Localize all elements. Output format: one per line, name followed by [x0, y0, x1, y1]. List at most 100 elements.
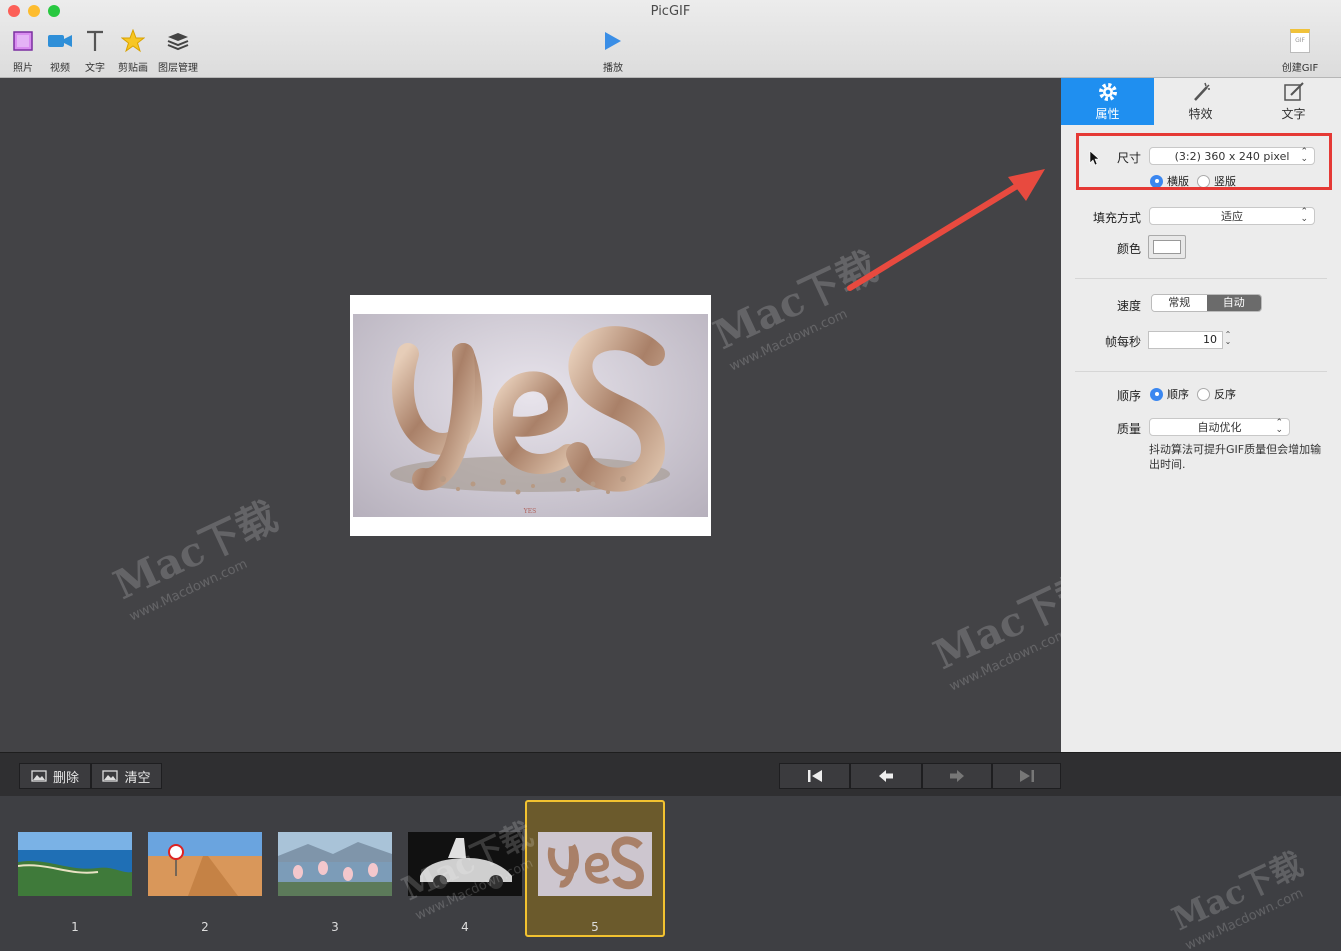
landscape-label: 横版: [1167, 175, 1189, 187]
orientation-radio-group: 横版 竖版: [1150, 175, 1236, 187]
last-frame-button[interactable]: [992, 763, 1061, 789]
flowers-lake-thumbnail-image: [278, 832, 392, 896]
photo-icon: [13, 31, 33, 51]
toolbar-sticker-label: 剪贴画: [118, 63, 148, 74]
title-bar: PicGIF 照片 视频 文字 剪贴画 图层管理 播放 GIF 创建GIF: [0, 0, 1341, 78]
fps-stepper[interactable]: ⌃ ⌄: [1223, 331, 1233, 349]
color-label: 颜色: [1116, 242, 1141, 256]
inspector-panel: 属性 特效 文字 尺寸 (3:2) 360 x 240 pixel ⌃ ⌄ 横版 …: [1061, 78, 1341, 752]
tab-effects-label: 特效: [1188, 107, 1213, 121]
arrow-left-icon: [879, 770, 893, 782]
speed-normal-segment[interactable]: 常规: [1152, 295, 1207, 311]
toolbar-photo-label: 照片: [13, 63, 33, 74]
toolbar-text-label: 文字: [85, 63, 105, 74]
color-well[interactable]: [1148, 235, 1186, 259]
fill-mode-value: 适应: [1221, 210, 1243, 223]
order-reverse-radio[interactable]: [1197, 387, 1210, 401]
preview-canvas[interactable]: YES Mac下载 www.Macdown.com Mac下载 www.Macdow…: [0, 78, 1105, 752]
yes-thumbnail-image: [538, 832, 652, 896]
toolbar-create-gif-button[interactable]: GIF 创建GIF: [1278, 28, 1322, 74]
window-title: PicGIF: [650, 4, 691, 19]
order-forward-radio[interactable]: [1150, 387, 1163, 401]
next-frame-button[interactable]: [922, 763, 992, 789]
image-icon: [31, 770, 47, 782]
order-forward-label: 顺序: [1167, 388, 1189, 401]
quality-label: 质量: [1116, 422, 1141, 436]
frame-thumbnail[interactable]: [408, 832, 522, 896]
toolbar-sticker-button[interactable]: 剪贴画: [111, 28, 155, 74]
speed-segmented-control: 常规 自动: [1151, 294, 1262, 312]
fps-label: 帧每秒: [1104, 335, 1141, 349]
gear-icon: [1098, 83, 1117, 101]
tab-properties[interactable]: 属性: [1061, 78, 1154, 125]
play-icon: [605, 32, 621, 50]
toolbar-video-label: 视频: [50, 63, 70, 74]
frame-thumbnail[interactable]: [148, 832, 262, 896]
quality-value: 自动优化: [1197, 421, 1242, 434]
speed-label: 速度: [1116, 299, 1141, 313]
tab-text[interactable]: 文字: [1247, 78, 1340, 125]
clear-label: 清空: [124, 770, 151, 786]
toolbar-layers-button[interactable]: 图层管理: [156, 28, 200, 74]
watermark: Mac下载www.Macdown.com: [1166, 844, 1309, 951]
color-swatch: [1153, 240, 1181, 254]
coastline-thumbnail-image: [18, 832, 132, 896]
toolbar-play-button[interactable]: 播放: [591, 28, 635, 74]
frame-control-bar: 删除 清空: [0, 752, 1341, 796]
image-icon: [102, 770, 119, 782]
text-t-icon: [87, 30, 103, 51]
stepper-arrows-icon: ⌃ ⌄: [1275, 418, 1283, 435]
tab-text-label: 文字: [1281, 107, 1306, 121]
fps-input[interactable]: 10: [1148, 331, 1223, 349]
separator: [1075, 278, 1327, 279]
desert-road-thumbnail-image: [148, 832, 262, 896]
delete-frame-button[interactable]: 删除: [19, 763, 91, 789]
tab-effects[interactable]: 特效: [1154, 78, 1247, 125]
stepper-arrows-icon: ⌃ ⌄: [1300, 147, 1308, 164]
toolbar-layers-label: 图层管理: [158, 63, 198, 74]
frame-number: 4: [461, 920, 469, 934]
order-radio-group: 顺序 反序: [1150, 386, 1236, 402]
frame-thumbnail[interactable]: [278, 832, 392, 896]
tab-properties-label: 属性: [1095, 107, 1120, 121]
portrait-radio[interactable]: [1197, 175, 1210, 187]
frame-number: 1: [71, 920, 79, 934]
portrait-label: 竖版: [1214, 175, 1236, 187]
speed-auto-segment[interactable]: 自动: [1206, 295, 1261, 311]
yes-sculpture-image: YES: [390, 326, 670, 515]
stepper-arrows-icon: ⌃ ⌄: [1300, 207, 1308, 224]
toolbar-play-label: 播放: [603, 63, 623, 74]
size-value: (3:2) 360 x 240 pixel: [1174, 149, 1290, 163]
edit-icon: [1283, 82, 1304, 101]
delete-label: 删除: [52, 770, 79, 786]
order-reverse-label: 反序: [1214, 388, 1236, 401]
size-select[interactable]: (3:2) 360 x 240 pixel ⌃ ⌄: [1149, 147, 1315, 165]
clear-frames-button[interactable]: 清空: [91, 763, 162, 789]
size-label: 尺寸: [1116, 151, 1141, 165]
skip-to-first-icon: [807, 770, 822, 782]
preview-caption: YES: [523, 508, 536, 515]
watermark: Mac下载www.Macdown.com: [106, 492, 285, 625]
previous-frame-button[interactable]: [850, 763, 922, 789]
quality-select[interactable]: 自动优化 ⌃ ⌄: [1149, 418, 1290, 436]
preview-image: YES: [353, 314, 708, 517]
video-camera-icon: [48, 35, 72, 47]
frame-strip: 1 2 3 4 5 Mac下载www.Macdown.com Mac下载www.…: [0, 796, 1341, 951]
separator: [1075, 371, 1327, 372]
frame-thumbnail[interactable]: [18, 832, 132, 896]
magic-wand-icon: [1193, 82, 1210, 101]
gif-badge-text: GIF: [1295, 37, 1305, 44]
frame-number: 5: [591, 920, 599, 934]
fill-mode-select[interactable]: 适应 ⌃ ⌄: [1149, 207, 1315, 225]
gif-file-icon: GIF: [1290, 29, 1310, 53]
landscape-radio[interactable]: [1150, 175, 1163, 187]
star-icon: [121, 29, 145, 53]
first-frame-button[interactable]: [779, 763, 850, 789]
fill-mode-label: 填充方式: [1092, 211, 1141, 225]
frame-number: 3: [331, 920, 339, 934]
frame-thumbnail-selected[interactable]: [538, 832, 652, 896]
skip-to-last-icon: [1019, 770, 1034, 782]
order-label: 顺序: [1116, 389, 1141, 403]
preview-frame[interactable]: YES: [350, 295, 711, 536]
picgif-window: PicGIF 照片 视频 文字 剪贴画 图层管理 播放 GIF 创建GIF YE…: [0, 0, 1341, 951]
